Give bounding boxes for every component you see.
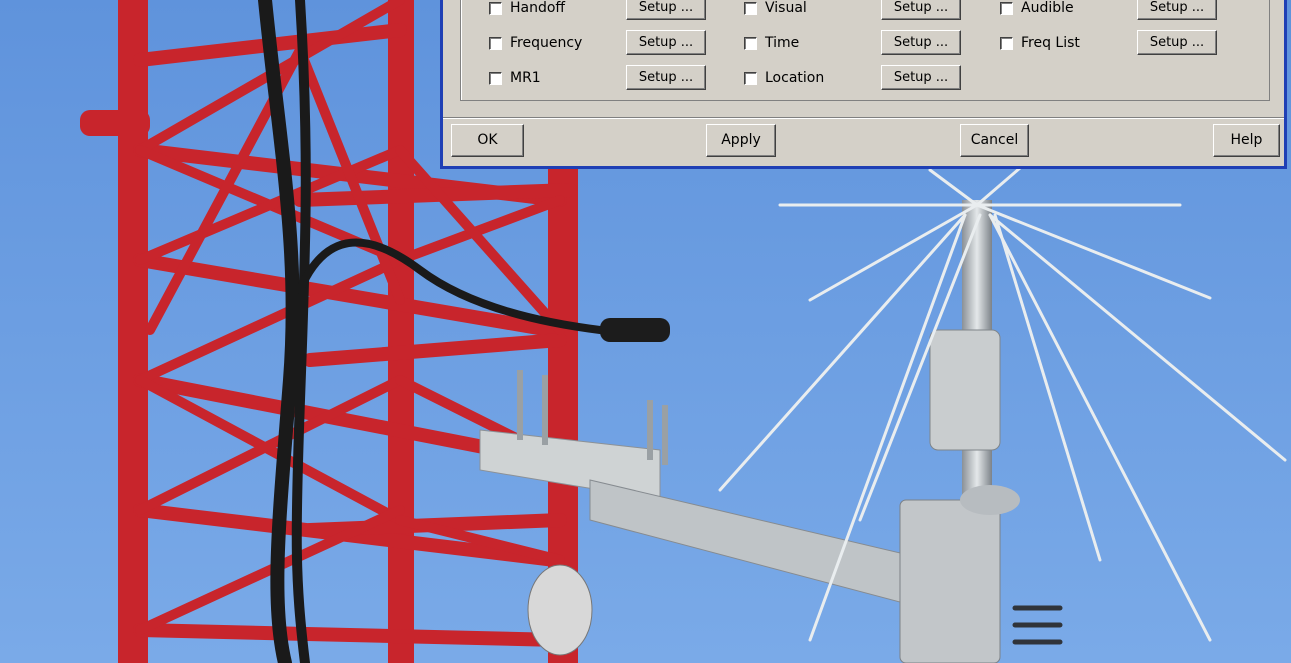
time-label: Time [765,35,800,51]
mr1-checkbox[interactable] [489,71,502,85]
apply-button[interactable]: Apply [706,124,776,157]
options-groupbox: Handoff Setup ... Visual Setup ... Audib… [460,0,1270,101]
handoff-checkbox[interactable] [489,1,502,15]
frequency-setup-button[interactable]: Setup ... [626,30,706,55]
location-option[interactable]: Location [744,64,824,92]
cancel-button[interactable]: Cancel [960,124,1029,157]
visual-setup-button[interactable]: Setup ... [881,0,961,20]
options-row: Handoff Setup ... Visual Setup ... Audib… [461,0,1261,24]
ok-button[interactable]: OK [451,124,524,157]
freq-list-checkbox[interactable] [1000,36,1013,50]
time-setup-button[interactable]: Setup ... [881,30,961,55]
settings-dialog: Handoff Setup ... Visual Setup ... Audib… [440,0,1287,169]
visual-checkbox[interactable] [744,1,757,15]
options-row: MR1 Setup ... Location Setup ... [461,64,1261,94]
time-option[interactable]: Time [744,29,799,57]
options-row: Frequency Setup ... Time Setup ... Freq … [461,29,1261,59]
mr1-setup-button[interactable]: Setup ... [626,65,706,90]
frequency-option[interactable]: Frequency [489,29,582,57]
freq-list-option[interactable]: Freq List [1000,29,1080,57]
frequency-label: Frequency [510,35,583,51]
location-label: Location [765,70,825,86]
time-checkbox[interactable] [744,36,757,50]
frequency-checkbox[interactable] [489,36,502,50]
help-button[interactable]: Help [1213,124,1280,157]
handoff-label: Handoff [510,0,566,16]
handoff-setup-button[interactable]: Setup ... [626,0,706,20]
freq-list-label: Freq List [1021,35,1080,51]
audible-checkbox[interactable] [1000,1,1013,15]
visual-option[interactable]: Visual [744,0,807,22]
freq-list-setup-button[interactable]: Setup ... [1137,30,1217,55]
audible-label: Audible [1021,0,1074,16]
button-separator [443,117,1284,119]
visual-label: Visual [765,0,807,16]
handoff-option[interactable]: Handoff [489,0,565,22]
mr1-option[interactable]: MR1 [489,64,541,92]
audible-setup-button[interactable]: Setup ... [1137,0,1217,20]
mr1-label: MR1 [510,70,541,86]
location-setup-button[interactable]: Setup ... [881,65,961,90]
location-checkbox[interactable] [744,71,757,85]
audible-option[interactable]: Audible [1000,0,1074,22]
